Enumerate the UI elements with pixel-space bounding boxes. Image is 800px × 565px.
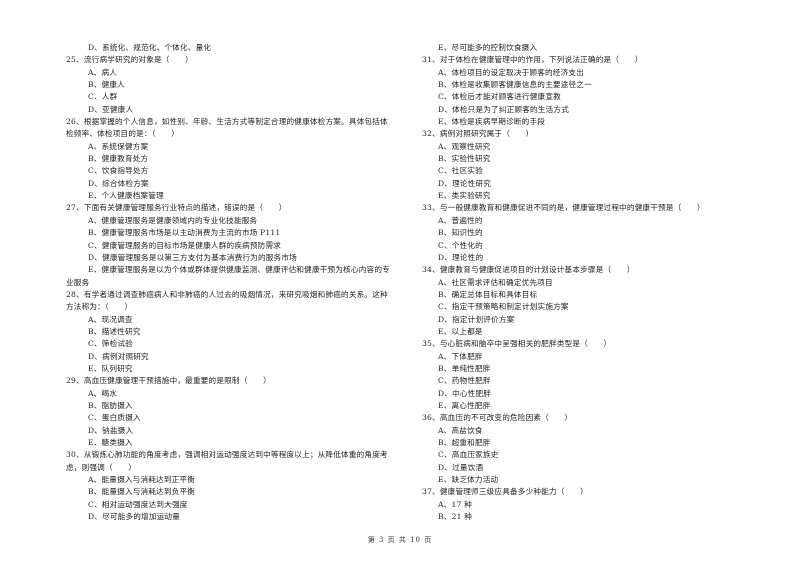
option-line: A、系统保健方案 xyxy=(88,141,149,151)
option-line: A、17 种 xyxy=(438,499,472,509)
option-line: E、个人健康档案管理 xyxy=(88,191,164,201)
option-line: E、体检是疾病早期诊断的手段 xyxy=(438,117,546,127)
option-line: B、健康管理服务市场是以主动消费为主流的市场 P111 xyxy=(88,228,281,238)
option-line: D、亚健康人 xyxy=(88,104,134,114)
option-line: D、系统化、规范化、个体化、量化 xyxy=(88,43,212,52)
option-line: D、理论性的 xyxy=(438,252,484,262)
option-line: D、尽可能多的增加运动量 xyxy=(88,512,181,522)
option-line: C、人群 xyxy=(88,92,118,102)
option-line: A、能量摄入与消耗达到正平衡 xyxy=(88,475,196,485)
option-line: E、离心性肥胖 xyxy=(438,400,491,410)
question-line: 34、健康教育与健康促进项目的计划设计基本步骤是（ ） xyxy=(422,265,635,275)
option-line: B、单纯性肥胖 xyxy=(438,363,491,373)
option-line: B、知识性的 xyxy=(438,228,483,238)
option-line: B、描述性研究 xyxy=(88,326,141,336)
question-line: 35、与心脏病和脑卒中呈强相关的肥胖类型是（ ） xyxy=(422,339,612,349)
option-line: B、确定总体目标和具体目标 xyxy=(438,289,538,299)
option-line: C、筛检试验 xyxy=(88,339,133,349)
option-line: A、下体肥胖 xyxy=(438,351,483,361)
question-line: 检频率、体检项目的是：（ ） xyxy=(66,129,180,139)
option-line: C、药物性肥胖 xyxy=(438,376,491,386)
option-line: B、超重和肥胖 xyxy=(438,438,491,447)
question-line: 36、高血压的不可改变的危险因素（ ） xyxy=(422,413,573,423)
option-line: D、健康管理服务是以第三方支付为基本消费行为的服务市场 xyxy=(88,252,297,262)
question-line: 虑，则强调（ ） xyxy=(66,462,137,472)
option-line: A、观察性研究 xyxy=(438,141,491,151)
option-line: A、普遍性的 xyxy=(438,215,483,225)
question-line: 方法称为：（ ） xyxy=(66,302,133,312)
option-line: E、健康管理服务是以为个体或群体提供健康监测、健康评估和健康干预为核心内容的专 xyxy=(88,265,390,275)
option-line: C、健康管理服务的目标市场是健康人群的疾病预防需求 xyxy=(88,240,282,250)
question-line: 25、流行病学研究的对象是（ ） xyxy=(66,55,193,65)
question-line: 业服务 xyxy=(66,277,90,287)
option-line: C、高血压家族史 xyxy=(438,450,499,460)
question-line: 32、病例对照研究属于（ ） xyxy=(422,129,534,139)
option-line: A、健康管理服务是健康领域内的专业化技能服务 xyxy=(88,215,258,225)
question-line: 31、对于体检在健康管理中的作用，下列说法正确的是（ ） xyxy=(422,55,643,65)
option-line: D、病例对照研究 xyxy=(88,351,149,361)
question-line: 33、与一般健康教育和健康促进不同的是，健康管理过程中的健康干预是（ ） xyxy=(422,203,705,213)
option-line: D、中心性肥胖 xyxy=(438,388,492,398)
option-line: E、缺乏体力活动 xyxy=(438,475,499,485)
left-column: D、系统化、规范化、个体化、量化 25、流行病学研究的对象是（ ） A、病人 B、健康… xyxy=(66,42,411,523)
option-line: C、指定干预策略和制定计划实施方案 xyxy=(438,302,569,312)
option-line: E、尽可能多的控制饮食摄入 xyxy=(438,43,538,52)
option-line: A、高盐饮食 xyxy=(438,425,483,435)
option-line: A、喝水 xyxy=(88,388,118,398)
option-line: B、健康人 xyxy=(88,80,125,90)
option-line: D、指定计划评价方案 xyxy=(438,314,515,324)
right-column: E、尽可能多的控制饮食摄入 31、对于体检在健康管理中的作用，下列说法正确的是（ … xyxy=(422,42,752,523)
question-line: 27、下面有关健康管理服务行业特点的描述，错误的是（ ） xyxy=(66,203,287,213)
option-line: B、体检是收集顾客健康信息的主要途径之一 xyxy=(438,80,592,90)
option-line: E、以上都是 xyxy=(438,326,483,336)
question-line: 29、高血压健康管理干预措施中，最重要的是限制（ ） xyxy=(66,376,271,386)
option-line: D、体检只是为了纠正顾客的生活方式 xyxy=(438,104,569,114)
option-line: B、21 种 xyxy=(438,512,473,522)
option-line: E、队列研究 xyxy=(88,363,133,373)
question-line: 28、有学者通过调查肺癌病人和非肺癌的人过去的吸烟情况，来研究吸烟和肺癌的关系。… xyxy=(66,289,388,299)
option-line: C、蛋白质摄入 xyxy=(88,413,141,423)
option-line: D、理论性研究 xyxy=(438,178,492,188)
option-line: D、钠盐摄入 xyxy=(88,425,134,435)
question-line: 30、从锻炼心肺功能的角度考虑，强调相对运动强度达到中等程度以上；从降低体重的角… xyxy=(66,450,388,460)
option-line: A、病人 xyxy=(88,67,118,77)
page-footer: 第 3 页 共 10 页 xyxy=(367,536,433,544)
option-line: B、脂肪摄入 xyxy=(88,400,133,410)
option-line: B、健康教育处方 xyxy=(88,154,149,164)
question-line: 26、根据掌握的个人信息，如性别、年龄、生活方式等制定合理的健康体检方案。具体包… xyxy=(66,117,388,127)
option-line: C、社区实验 xyxy=(438,166,483,176)
option-line: E、糖类摄入 xyxy=(88,438,133,447)
option-line: D、过量饮酒 xyxy=(438,462,484,472)
option-line: C、相对运动强度达到大强度 xyxy=(88,499,188,509)
option-line: A、体检项目的设定取决于顾客的经济支出 xyxy=(438,67,584,77)
option-line: C、饮食指导处方 xyxy=(88,166,149,176)
question-line: 37、健康管理师三级应具备多少种能力（ ） xyxy=(422,487,588,497)
option-line: A、社区需求评估和确定优先项目 xyxy=(438,277,553,287)
option-line: A、现况调查 xyxy=(88,314,133,324)
option-line: B、能量摄入与消耗达到负平衡 xyxy=(88,487,196,497)
option-line: D、综合体检方案 xyxy=(88,178,149,188)
option-line: C、个性化的 xyxy=(438,240,483,250)
option-line: B、实验性研究 xyxy=(438,154,491,164)
option-line: C、体检后才能对顾客进行健康宣教 xyxy=(438,92,561,102)
option-line: E、类实验研究 xyxy=(438,191,491,201)
